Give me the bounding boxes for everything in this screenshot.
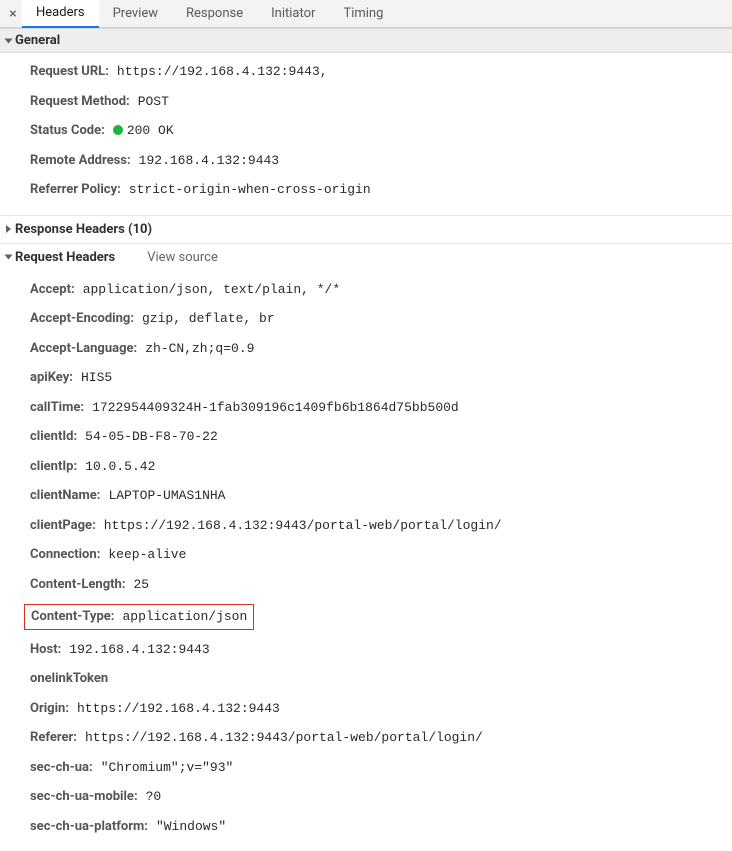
tab-response[interactable]: Response [172,0,257,28]
row-connection: Connectionkeep-alive [30,540,732,570]
row-clientpage: clientPagehttps://192.168.4.132:9443/por… [30,511,732,541]
tab-preview[interactable]: Preview [99,0,172,28]
view-source-link[interactable]: View source [147,250,218,265]
chevron-down-icon [5,38,13,43]
value-referrer-policy: strict-origin-when-cross-origin [129,180,371,200]
row-clientname: clientNameLAPTOP-UMAS1NHA [30,481,732,511]
label-request-url: Request URL [30,62,109,82]
label-status-code: Status Code [30,121,105,141]
section-request-headers-title: Request Headers [15,250,115,265]
tab-headers[interactable]: Headers [22,0,99,28]
section-response-headers-title: Response Headers (10) [15,222,152,237]
row-referer: Refererhttps://192.168.4.132:9443/portal… [30,723,732,753]
section-request-headers-header[interactable]: Request Headers View source [0,243,732,271]
row-clientid: clientId54-05-DB-F8-70-22 [30,422,732,452]
section-request-headers-body: Acceptapplication/json, text/plain, */* … [0,271,732,851]
row-content-length: Content-Length25 [30,570,732,600]
chevron-right-icon [6,225,11,233]
row-clientip: clientIp10.0.5.42 [30,452,732,482]
row-sec-ch-ua-platform: sec-ch-ua-platform"Windows" [30,812,732,842]
row-calltime: callTime1722954409324H-1fab309196c1409fb… [30,393,732,423]
row-referrer-policy: Referrer Policy strict-origin-when-cross… [30,175,732,205]
status-dot-icon [113,125,123,135]
row-sec-ch-ua: sec-ch-ua"Chromium";v="93" [30,753,732,783]
row-origin: Originhttps://192.168.4.132:9443 [30,694,732,724]
value-request-url: https://192.168.4.132:9443, [117,62,328,82]
value-remote-address: 192.168.4.132:9443 [139,151,279,171]
row-sec-ch-ua-mobile: sec-ch-ua-mobile?0 [30,782,732,812]
value-status-code: 200 OK [113,121,174,141]
row-request-method: Request Method POST [30,87,732,117]
row-accept-language: Accept-Languagezh-CN,zh;q=0.9 [30,334,732,364]
content-type-highlight: Content-Type application/json [24,604,254,630]
row-accept: Acceptapplication/json, text/plain, */* [30,275,732,305]
label-referrer-policy: Referrer Policy [30,180,121,200]
section-general-title: General [15,33,60,48]
close-icon[interactable]: × [4,7,22,21]
row-accept-encoding: Accept-Encodinggzip, deflate, br [30,304,732,334]
tabbar: × Headers Preview Response Initiator Tim… [0,0,732,28]
row-remote-address: Remote Address 192.168.4.132:9443 [30,146,732,176]
row-request-url: Request URL https://192.168.4.132:9443, [30,57,732,87]
chevron-down-icon [5,255,13,260]
row-status-code: Status Code 200 OK [30,116,732,146]
label-request-method: Request Method [30,92,130,112]
section-general-body: Request URL https://192.168.4.132:9443, … [0,53,732,215]
tab-timing[interactable]: Timing [329,0,397,28]
section-response-headers-header[interactable]: Response Headers (10) [0,215,732,243]
label-remote-address: Remote Address [30,151,131,171]
row-host: Host192.168.4.132:9443 [30,635,732,665]
row-apikey: apiKeyHIS5 [30,363,732,393]
tab-initiator[interactable]: Initiator [257,0,329,28]
section-general-header[interactable]: General [0,28,732,53]
row-content-type: Content-Type application/json [30,599,732,635]
row-onelinktoken: onelinkToken [30,664,732,694]
value-request-method: POST [138,92,169,112]
